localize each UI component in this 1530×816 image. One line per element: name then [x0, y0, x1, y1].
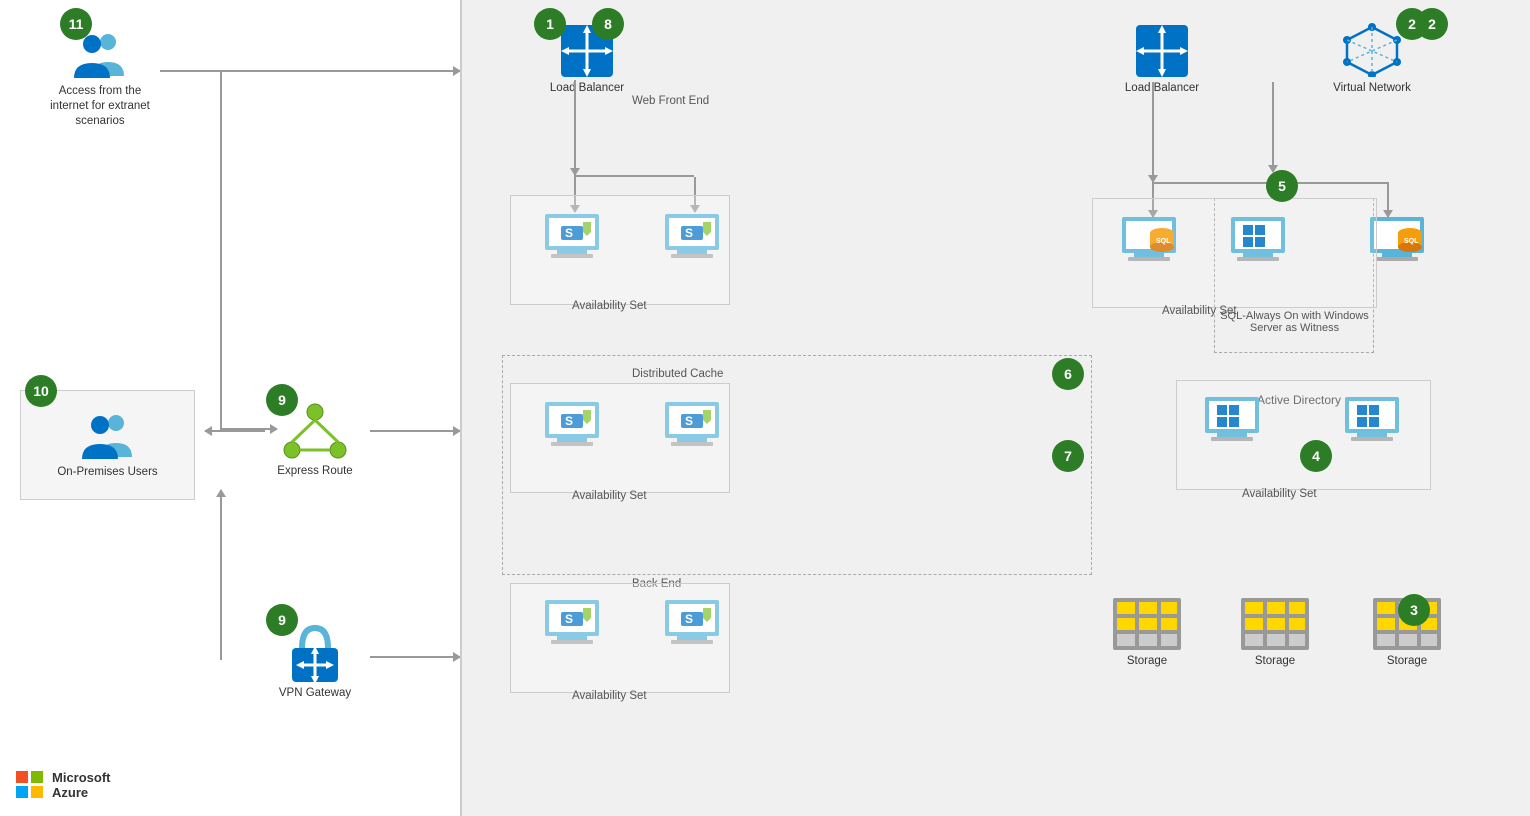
- arrow-vpn-right: [370, 656, 460, 658]
- arrow-lb1-down: [574, 80, 576, 175]
- badge-3: 3: [1398, 594, 1430, 626]
- avail-set-sql-label: Availability Set: [1162, 305, 1237, 317]
- sql-alwayson-label: SQL-Always On with Windows Server as Wit…: [1217, 310, 1372, 334]
- vpn-gateway-container: 9 VPN Gateway: [260, 620, 370, 701]
- access-internet-label: Access from the internet for extranet sc…: [50, 84, 150, 129]
- avail-set-sql-outer: [1092, 198, 1377, 308]
- express-route-container: 9 Express Route: [260, 400, 370, 479]
- avail-set-back-label: Availability Set: [572, 690, 647, 702]
- avail-set-back-box: [510, 583, 730, 693]
- fork-line: [574, 175, 694, 177]
- ms-squares: [16, 771, 44, 799]
- vertical-line-left: [220, 70, 222, 430]
- ms-sq-red: [16, 771, 28, 783]
- arrow-lb2-to-badge5: [1272, 82, 1274, 172]
- badge-2: 2: [1416, 8, 1448, 40]
- lb2-container: Load Balancer: [1122, 25, 1202, 96]
- avail-set-cache-box: [510, 383, 730, 493]
- badge-4: 4: [1300, 440, 1332, 472]
- storage3-label: Storage: [1387, 654, 1427, 669]
- avail-set-cache-label: Availability Set: [572, 490, 647, 502]
- storage1-label: Storage: [1127, 654, 1167, 669]
- web-front-end-label: Web Front End: [632, 95, 709, 107]
- avail-set-ad-label: Availability Set: [1242, 488, 1317, 500]
- arrow-internet-to-lb: [160, 70, 460, 72]
- arrow-er-to-onprem: [205, 430, 265, 432]
- badge-5: 5: [1266, 170, 1298, 202]
- badge-7: 7: [1052, 440, 1084, 472]
- badge-11: 11: [60, 8, 92, 40]
- avail-set-web-box: [510, 195, 730, 305]
- arrow-r-branch-right: [1387, 182, 1389, 217]
- badge-9b: 9: [266, 604, 298, 636]
- storage1-container: Storage: [1102, 598, 1192, 669]
- avail-set-ad-box: [1176, 380, 1431, 490]
- storage2-label: Storage: [1255, 654, 1295, 669]
- arrow-er-right: [370, 430, 460, 432]
- onprem-label: On-Premises Users: [57, 465, 157, 480]
- right-panel: 1 8 Load Balancer Web Front End: [460, 0, 1530, 816]
- ms-azure-label: MicrosoftAzure: [52, 770, 111, 800]
- vnet-label: Virtual Network: [1333, 81, 1411, 96]
- badge-8: 8: [592, 8, 624, 40]
- left-panel: 11 Access from the internet for extranet…: [0, 0, 460, 816]
- main-container: 11 Access from the internet for extranet…: [0, 0, 1530, 816]
- lb2-label: Load Balancer: [1125, 81, 1199, 96]
- ms-sq-green: [31, 771, 43, 783]
- badge-10: 10: [25, 375, 57, 407]
- dist-cache-label: Distributed Cache: [632, 368, 723, 380]
- badge-1: 1: [534, 8, 566, 40]
- badge-9a: 9: [266, 384, 298, 416]
- svg-text:SQL: SQL: [1404, 238, 1419, 245]
- ms-sq-yellow: [31, 786, 43, 798]
- badge-6: 6: [1052, 358, 1084, 390]
- ms-sq-blue: [16, 786, 28, 798]
- express-route-label: Express Route: [277, 464, 352, 479]
- arrow-up-bottom: [220, 490, 222, 580]
- arrow-lb2-down: [1152, 82, 1154, 182]
- onprem-box: 10 On-Premises Users: [20, 390, 195, 500]
- storage2-container: Storage: [1230, 598, 1320, 669]
- lb1-label: Load Balancer: [550, 81, 624, 96]
- ms-azure-logo: MicrosoftAzure: [16, 770, 111, 800]
- vpn-gateway-label: VPN Gateway: [279, 686, 351, 701]
- access-internet-icon: Access from the internet for extranet sc…: [50, 30, 150, 129]
- avail-set-web-label: Availability Set: [572, 300, 647, 312]
